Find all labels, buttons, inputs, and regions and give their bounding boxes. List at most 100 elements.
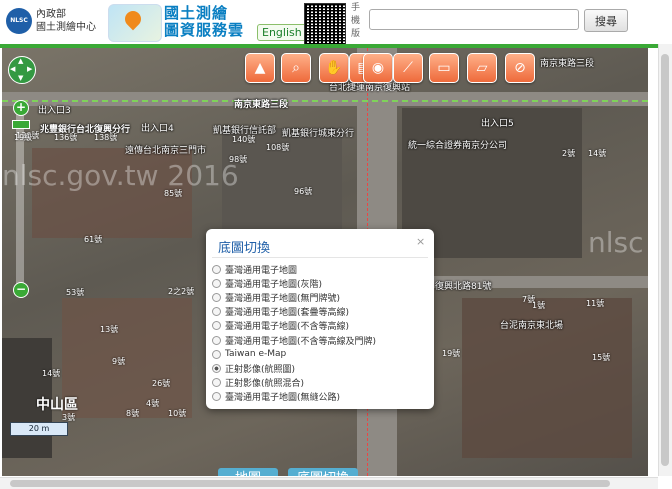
- map-label[interactable]: 遠傳台北南京三門市: [125, 143, 206, 156]
- address-number: 13號: [100, 325, 119, 334]
- zoom-slider[interactable]: [16, 102, 24, 292]
- address-number: 26號: [152, 379, 171, 388]
- popup-title: 底圖切換: [218, 241, 271, 256]
- radio-button[interactable]: [212, 264, 221, 274]
- address-number: 9號: [112, 357, 126, 366]
- measure-icon[interactable]: ⟋: [393, 53, 423, 83]
- screen-icon[interactable]: ▭: [429, 53, 459, 83]
- search-input[interactable]: [369, 9, 579, 30]
- basemap-option[interactable]: 臺灣通用電子地圖: [212, 262, 297, 276]
- address-number: 85號: [164, 189, 183, 198]
- map-label[interactable]: 南京東路三段: [234, 97, 288, 110]
- clear-location-icon[interactable]: ⊘: [505, 53, 535, 83]
- agency-name: 內政部 國土測繪中心: [36, 8, 96, 34]
- app-title-line-2: 圖資服務雲: [164, 21, 245, 39]
- app-title-line-1: 國土測繪: [164, 4, 229, 22]
- building-block: [62, 298, 192, 418]
- basemap-option[interactable]: 臺灣通用電子地圖(不含等高線及門牌): [212, 333, 376, 347]
- eraser-icon[interactable]: ▱: [467, 53, 497, 83]
- road-nanjing-east: [2, 92, 648, 106]
- map-label[interactable]: 凱基銀行城東分行: [282, 126, 354, 139]
- zoom-out-button[interactable]: −: [13, 282, 29, 298]
- basemap-option[interactable]: 臺灣通用電子地圖(無門牌號): [212, 290, 340, 304]
- radio-button[interactable]: [212, 378, 221, 388]
- basemap-option-label: 臺灣通用電子地圖(不含等高線及門牌): [225, 336, 377, 347]
- green-route-line: [2, 100, 648, 103]
- radio-button[interactable]: [212, 392, 221, 402]
- basemap-option[interactable]: 臺灣通用電子地圖(套疊等高線): [212, 305, 349, 319]
- tab-basemap-switch[interactable]: 底圖切換: [288, 468, 358, 476]
- basemap-option[interactable]: 臺灣通用電子地圖(不含等高線): [212, 319, 349, 333]
- map-label[interactable]: 台泥南京東北場: [500, 318, 563, 331]
- address-number: 61號: [84, 235, 103, 244]
- radio-button[interactable]: [212, 278, 221, 288]
- map-label[interactable]: 南京東路三段: [540, 56, 594, 69]
- radio-button[interactable]: [212, 292, 221, 302]
- tab-map[interactable]: 地圖: [218, 468, 278, 476]
- location-icon[interactable]: ◉: [363, 53, 393, 83]
- address-number: 98號: [229, 155, 248, 164]
- horizontal-scrollbar[interactable]: [0, 477, 658, 489]
- english-button[interactable]: English: [257, 24, 307, 41]
- radio-button[interactable]: [212, 307, 221, 317]
- radio-button[interactable]: [212, 335, 221, 345]
- taiwan-map-icon[interactable]: ▲: [245, 53, 275, 83]
- pan-right-icon[interactable]: ▶: [27, 66, 32, 73]
- scroll-thumb[interactable]: [10, 480, 610, 487]
- header-bar: NLSC 內政部 國土測繪中心 國土測繪 圖資服務雲 English 手機版 搜…: [0, 0, 672, 48]
- pan-up-icon[interactable]: ▲: [18, 58, 23, 65]
- map-label[interactable]: 出入口5: [481, 116, 514, 129]
- scroll-thumb[interactable]: [661, 54, 669, 466]
- map-cloud-logo-icon[interactable]: [108, 4, 162, 42]
- zoom-search-icon[interactable]: ⌕: [281, 53, 311, 83]
- address-number: 108號: [266, 143, 290, 152]
- basemap-option[interactable]: 臺灣通用電子地圖(灰階): [212, 276, 322, 290]
- pan-hand-icon[interactable]: ✋: [319, 53, 349, 83]
- radio-button[interactable]: [212, 321, 221, 331]
- pan-left-icon[interactable]: ◀: [10, 66, 15, 73]
- pan-down-icon[interactable]: ▼: [18, 75, 23, 82]
- map-label[interactable]: 統一綜合證券南京分公司: [408, 138, 507, 151]
- address-number: 14號: [588, 149, 607, 158]
- app-title: 國土測繪 圖資服務雲: [164, 5, 244, 39]
- basemap-option[interactable]: 正射影像(航照圖): [212, 361, 295, 375]
- qr-code-icon: [304, 3, 346, 45]
- address-number: 140號: [232, 135, 256, 144]
- watermark: nlsc.gov.tw 2016: [2, 159, 239, 192]
- agency-line-1: 內政部: [36, 9, 66, 20]
- mobile-version-link[interactable]: 手機版: [351, 2, 363, 41]
- vertical-scrollbar[interactable]: [658, 44, 672, 476]
- basemap-option[interactable]: 臺灣通用電子地圖(無縫公路): [212, 390, 340, 404]
- map-label[interactable]: 出入口3: [38, 103, 71, 116]
- address-number: 96號: [294, 187, 313, 196]
- district-label: 中山區: [36, 397, 78, 413]
- search-button[interactable]: 搜尋: [584, 9, 628, 32]
- basemap-option-label: 臺灣通用電子地圖: [225, 265, 298, 276]
- address-number: 138號: [94, 133, 118, 142]
- zoom-in-button[interactable]: +: [13, 100, 29, 116]
- basemap-option-label: 臺灣通用電子地圖(無縫公路): [225, 393, 341, 404]
- address-number: 10號: [168, 409, 187, 418]
- address-number: 19號: [442, 349, 461, 358]
- address-number: 1號: [532, 301, 546, 310]
- nlsc-logo[interactable]: NLSC: [6, 8, 32, 34]
- zoom-level: 19級: [14, 133, 33, 142]
- basemap-option-label: 臺灣通用電子地圖(灰階): [225, 279, 323, 290]
- basemap-option[interactable]: Taiwan e-Map: [212, 347, 286, 361]
- address-number: 2號: [562, 149, 576, 158]
- address-number: 11號: [586, 299, 605, 308]
- zoom-handle[interactable]: [12, 120, 30, 129]
- radio-button[interactable]: [212, 349, 221, 359]
- close-icon[interactable]: ×: [416, 235, 425, 248]
- pan-control[interactable]: ▲ ▼ ◀ ▶: [8, 56, 36, 84]
- map-label[interactable]: 出入口4: [141, 121, 174, 134]
- basemap-option-label: 臺灣通用電子地圖(不含等高線): [225, 322, 350, 333]
- popup-divider: [212, 257, 428, 258]
- radio-button[interactable]: [212, 363, 221, 373]
- basemap-option-label: 正射影像(航照混合): [225, 379, 305, 390]
- address-number: 15號: [592, 353, 611, 362]
- basemap-option[interactable]: 正射影像(航照混合): [212, 376, 304, 390]
- map-label[interactable]: 復興北路81號: [435, 279, 491, 292]
- address-number: 4號: [146, 399, 160, 408]
- address-number: 53號: [66, 288, 85, 297]
